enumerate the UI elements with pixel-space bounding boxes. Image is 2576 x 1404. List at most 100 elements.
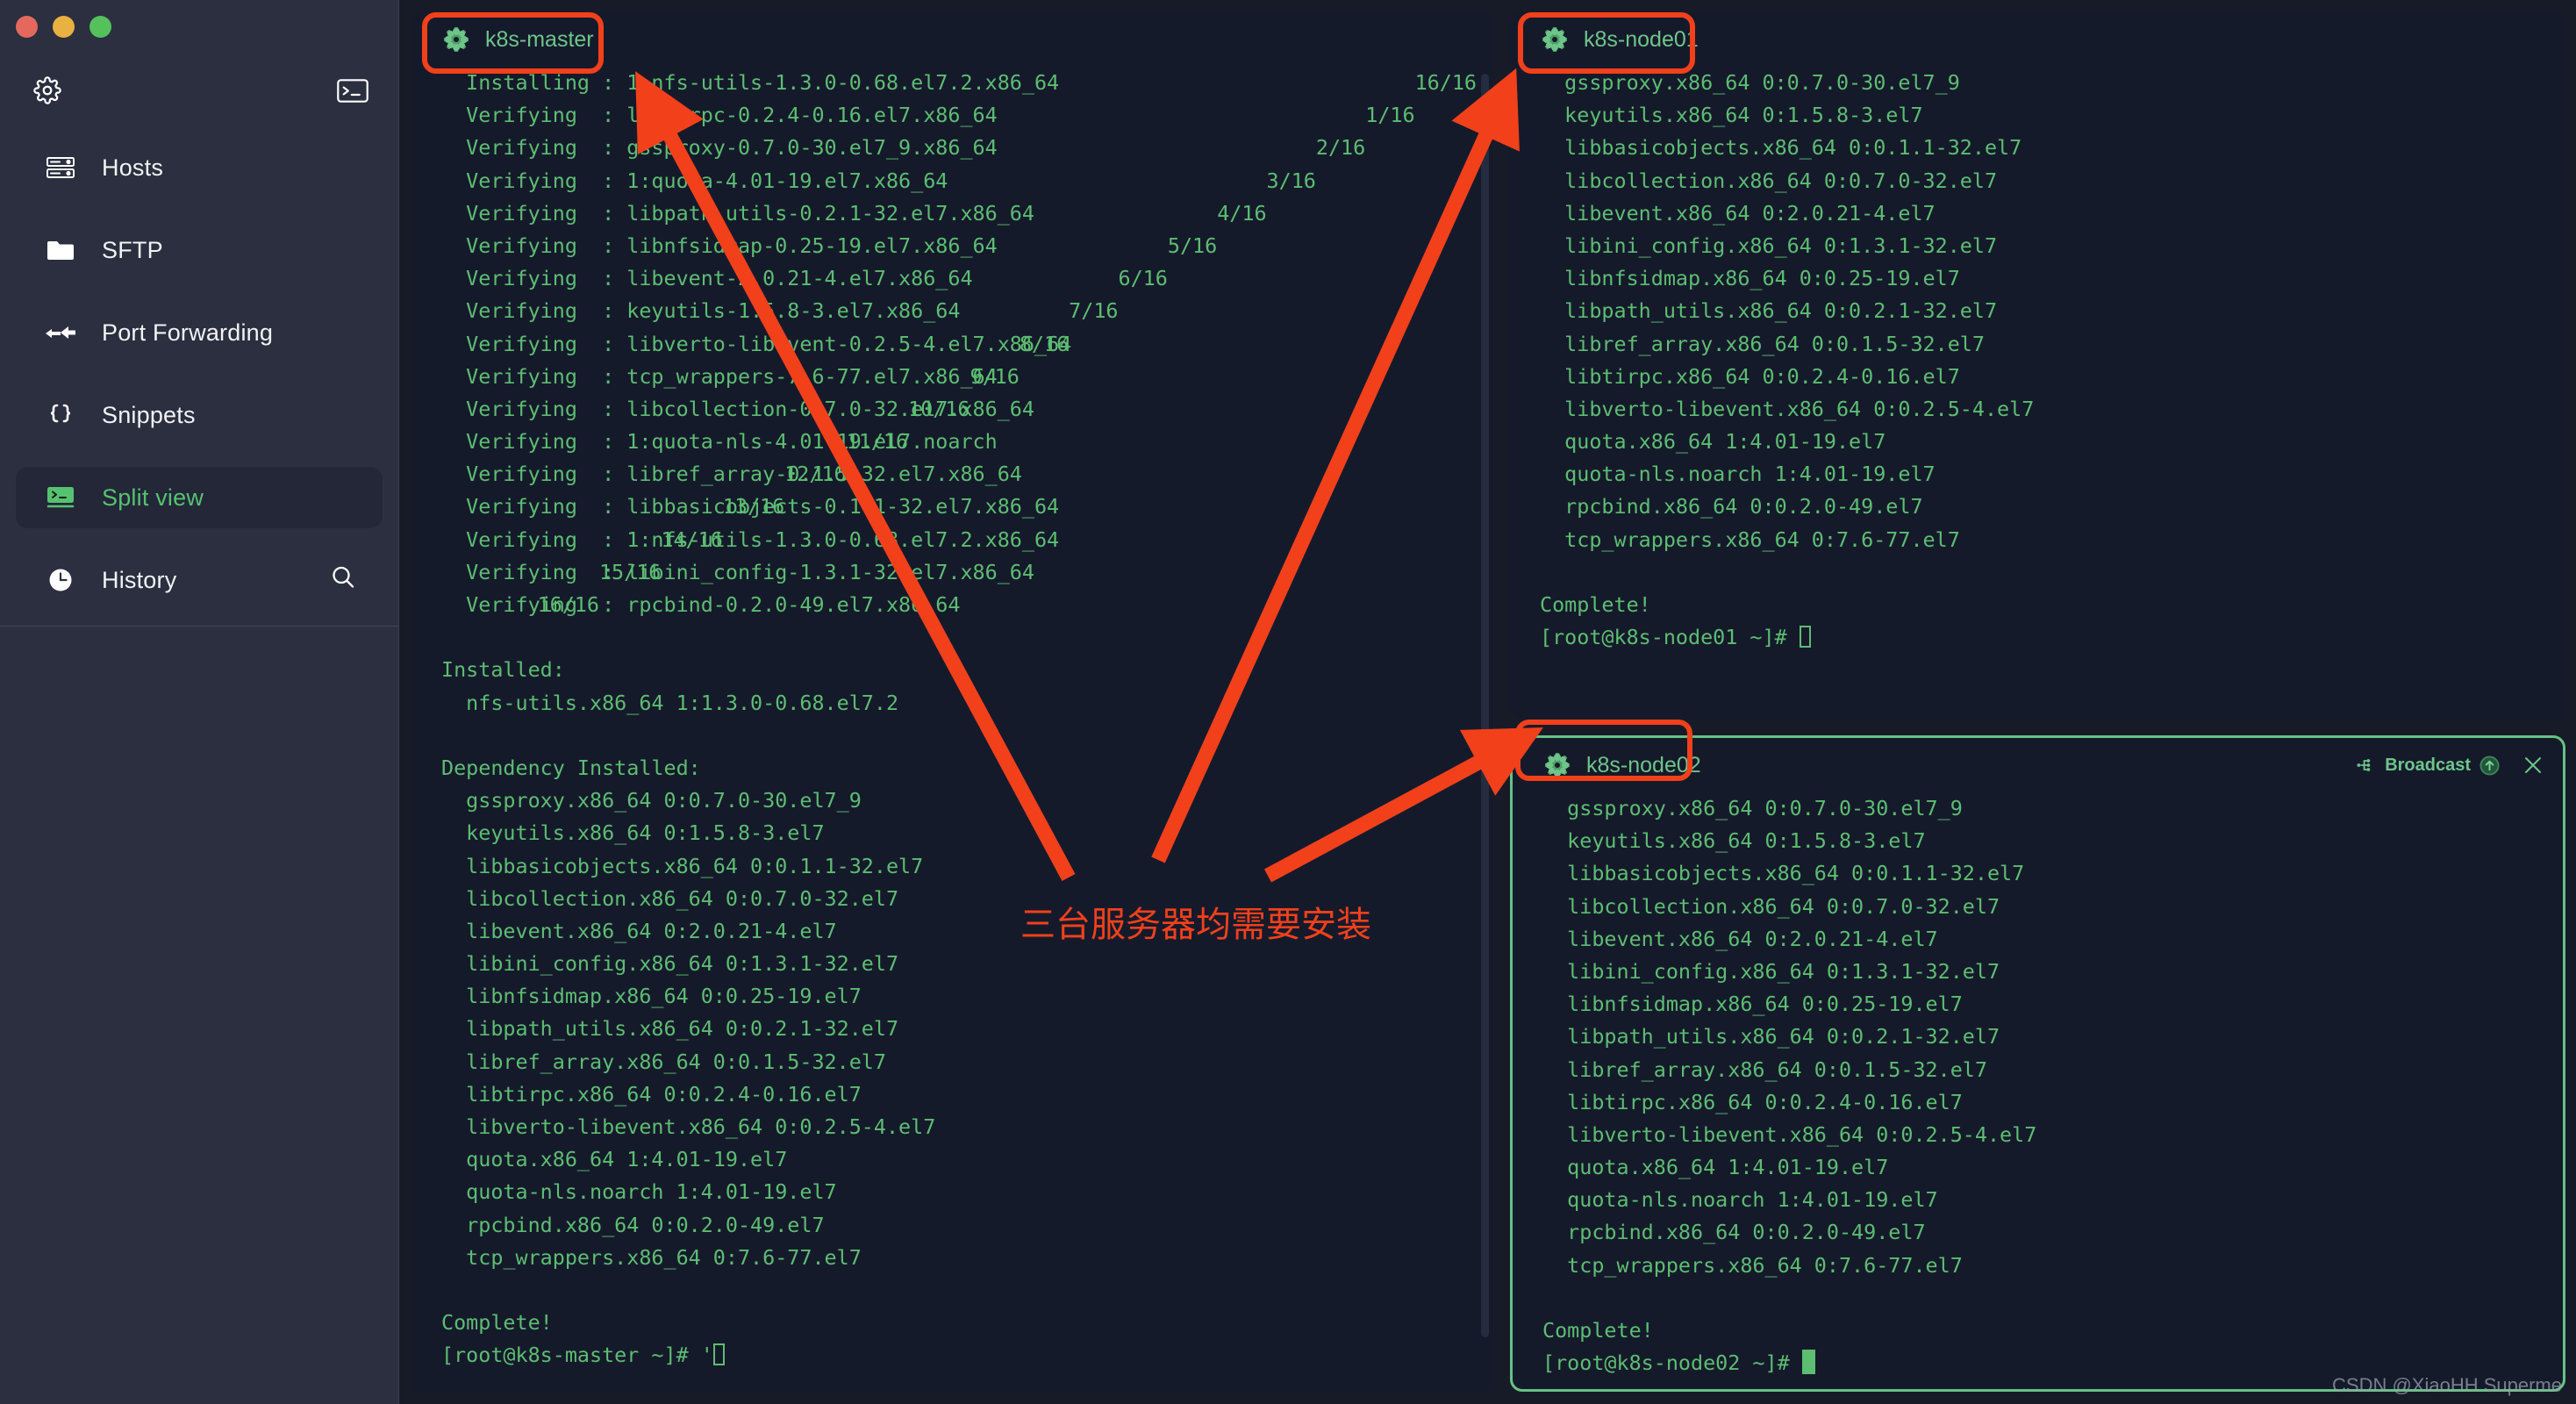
terminal-line: 5/16 Verifying : libnfsidmap-0.25-19.el7… (441, 230, 1477, 262)
terminal-line: libbasicobjects.x86_64 0:0.1.1-32.el7 (441, 853, 924, 878)
terminal-line-text: Verifying : libnfsidmap-0.25-19.el7.x86_… (441, 233, 998, 258)
terminal-line: libtirpc.x86_64 0:0.2.4-0.16.el7 (1542, 1089, 1963, 1114)
tab-k8s-node02[interactable]: k8s-node02 (1535, 747, 1717, 784)
terminal-line-text: Verifying : libbasicobjects-0.1.1-32.el7… (441, 494, 1060, 519)
maximize-window-button[interactable] (89, 16, 111, 38)
terminal-line: keyutils.x86_64 0:1.5.8-3.el7 (441, 820, 825, 846)
terminal-output-k8s-node01[interactable]: gssproxy.x86_64 0:0.7.0-30.el7_9 keyutil… (1510, 67, 2565, 654)
terminal-line: keyutils.x86_64 0:1.5.8-3.el7 (1540, 103, 1923, 128)
broadcast-icon (2357, 756, 2376, 774)
terminal-line-text: Installing : 1:nfs-utils-1.3.0-0.68.el7.… (441, 70, 1060, 95)
pane-column-right: k8s-node01 gssproxy.x86_64 0:0.7.0-30.el… (1510, 12, 2565, 1392)
terminal-line-text: Verifying : libtirpc-0.2.4-0.16.el7.x86_… (441, 103, 998, 128)
terminal-line: libcollection.x86_64 0:0.7.0-32.el7 (1542, 893, 2000, 919)
terminal-pane-k8s-master[interactable]: k8s-master 16/16 Installing : 1:nfs-util… (411, 12, 1492, 1392)
terminal-line: 16/16 Verifying : rpcbind-0.2.0-49.el7.x… (441, 589, 1477, 621)
arrow-up-circle-icon[interactable] (2479, 755, 2500, 776)
sidebar-item-history[interactable]: History (16, 549, 383, 611)
terminal-pane-k8s-node02[interactable]: k8s-node02 Broadcast gssproxy.x86_64 0:0… (1510, 735, 2565, 1392)
braces-icon (44, 402, 77, 428)
terminal-line-text: Verifying : libcollection-0.7.0-32.el7.x… (441, 396, 1034, 421)
pane-column-left: k8s-master 16/16 Installing : 1:nfs-util… (411, 12, 1492, 1392)
terminal-line: 10/16 Verifying : libcollection-0.7.0-32… (441, 393, 1477, 426)
terminal-pane-k8s-node01[interactable]: k8s-node01 gssproxy.x86_64 0:0.7.0-30.el… (1510, 12, 2565, 720)
terminal-line: libini_config.x86_64 0:1.3.1-32.el7 (1540, 233, 1998, 258)
terminal-line: libevent.x86_64 0:2.0.21-4.el7 (1540, 200, 1936, 226)
terminal-line-count: 5/16 (1167, 233, 1218, 258)
terminal-line: Complete! (441, 1310, 553, 1336)
terminal-line: gssproxy.x86_64 0:0.7.0-30.el7_9 (1542, 796, 1963, 820)
terminal-line: Complete! (1542, 1318, 1654, 1343)
terminal-line: libref_array.x86_64 0:0.1.5-32.el7 (1540, 331, 1985, 356)
terminal-line-text: Verifying : libref_array-0.1.5-32.el7.x8… (441, 462, 1022, 487)
sidebar-item-split-view[interactable]: Split view (16, 467, 383, 528)
terminal-line: 7/16 Verifying : keyutils-1.5.8-3.el7.x8… (441, 295, 1477, 327)
close-window-button[interactable] (16, 16, 38, 38)
terminal-cursor (1799, 626, 1811, 648)
tab-k8s-master[interactable]: k8s-master (434, 21, 610, 58)
terminal-line-text: Verifying : libverto-libevent-0.2.5-4.el… (441, 331, 1072, 356)
terminal-prompt[interactable]: [root@k8s-master ~]# ' (441, 1339, 1477, 1372)
terminal-line: 3/16 Verifying : 1:quota-4.01-19.el7.x86… (441, 165, 1477, 197)
terminal-line: 12/16 Verifying : libref_array-0.1.5-32.… (441, 458, 1477, 491)
terminal-line: tcp_wrappers.x86_64 0:7.6-77.el7 (1542, 1252, 1963, 1278)
k8s-flower-icon (1542, 26, 1568, 53)
pane-header-actions: Broadcast (2357, 755, 2544, 776)
sidebar-item-label: Snippets (102, 401, 196, 428)
sidebar-item-label: Hosts (102, 154, 164, 181)
terminal-line: libpath_utils.x86_64 0:0.2.1-32.el7 (1542, 1024, 2000, 1049)
terminal-line: libtirpc.x86_64 0:0.2.4-0.16.el7 (1540, 363, 1960, 389)
search-icon[interactable] (330, 564, 356, 597)
terminal-line-text: Verifying : keyutils-1.5.8-3.el7.x86_64 (441, 298, 961, 324)
terminal-line-text: Verifying : libini_config-1.3.1-32.el7.x… (441, 559, 1034, 584)
terminal-line: 16/16 Installing : 1:nfs-utils-1.3.0-0.6… (441, 67, 1477, 99)
split-view-icon (44, 484, 77, 511)
k8s-flower-icon (443, 26, 469, 53)
sidebar-item-sftp[interactable]: SFTP (16, 219, 383, 281)
tab-label: k8s-master (485, 26, 594, 52)
watermark: CSDN @XiaoHH Superme (2332, 1374, 2562, 1396)
sidebar-item-snippets[interactable]: Snippets (16, 384, 383, 446)
close-icon[interactable] (2522, 755, 2544, 776)
tab-label: k8s-node01 (1584, 26, 1699, 52)
terminal-line: gssproxy.x86_64 0:0.7.0-30.el7_9 (441, 788, 862, 813)
terminal-icon[interactable] (337, 78, 369, 103)
terminal-line: rpcbind.x86_64 0:0.2.0-49.el7 (1540, 494, 1923, 519)
pane-header: k8s-node01 (1510, 12, 2565, 67)
terminal-output-k8s-node02[interactable]: gssproxy.x86_64 0:0.7.0-30.el7_9 keyutil… (1513, 792, 2563, 1379)
terminal-line: 14/16 Verifying : 1:nfs-utils-1.3.0-0.68… (441, 524, 1477, 556)
sidebar-item-port-forwarding[interactable]: Port Forwarding (16, 302, 383, 363)
window-traffic-lights (16, 16, 111, 38)
terminal-line-text: Verifying : 1:quota-4.01-19.el7.x86_64 (441, 168, 948, 193)
terminal-line: quota-nls.noarch 1:4.01-19.el7 (441, 1179, 837, 1205)
terminal-line: libpath_utils.x86_64 0:0.2.1-32.el7 (441, 1016, 899, 1042)
terminal-prompt[interactable]: [root@k8s-node01 ~]# (1540, 621, 2550, 654)
terminal-line: rpcbind.x86_64 0:0.2.0-49.el7 (1542, 1220, 1926, 1245)
broadcast-label: Broadcast (2385, 755, 2471, 775)
terminal-line: libref_array.x86_64 0:0.1.5-32.el7 (441, 1049, 886, 1074)
terminal-line: 8/16 Verifying : libverto-libevent-0.2.5… (441, 328, 1477, 361)
terminal-line-text: Verifying : gssproxy-0.7.0-30.el7_9.x86_… (441, 135, 998, 161)
terminal-line: libini_config.x86_64 0:1.3.1-32.el7 (1542, 958, 2000, 984)
terminal-line-count: 16/16 (1414, 70, 1477, 95)
broadcast-button[interactable]: Broadcast (2357, 756, 2500, 776)
terminal-line: libevent.x86_64 0:2.0.21-4.el7 (1542, 926, 1938, 951)
gear-icon[interactable] (33, 76, 61, 104)
terminal-line: quota-nls.noarch 1:4.01-19.el7 (1540, 462, 1936, 487)
terminal-line: tcp_wrappers.x86_64 0:7.6-77.el7 (1540, 526, 1960, 552)
terminal-line: libverto-libevent.x86_64 0:0.2.5-4.el7 (1540, 396, 2035, 421)
sidebar-item-label: SFTP (102, 236, 163, 263)
server-rack-icon (44, 154, 77, 181)
terminal-output-k8s-master[interactable]: 16/16 Installing : 1:nfs-utils-1.3.0-0.6… (411, 67, 1492, 1372)
sidebar-item-hosts[interactable]: Hosts (16, 137, 383, 198)
terminal-line: libpath_utils.x86_64 0:0.2.1-32.el7 (1540, 298, 1998, 324)
terminal-line: 9/16 Verifying : tcp_wrappers-7.6-77.el7… (441, 361, 1477, 393)
terminal-line: 11/16 Verifying : 1:quota-nls-4.01-19.el… (441, 426, 1477, 458)
terminal-line: libcollection.x86_64 0:0.7.0-32.el7 (441, 885, 899, 911)
minimize-window-button[interactable] (53, 16, 75, 38)
tab-k8s-node01[interactable]: k8s-node01 (1533, 21, 1714, 58)
terminal-line-text: Verifying : 1:quota-nls-4.01-19.el7.noar… (441, 429, 998, 455)
